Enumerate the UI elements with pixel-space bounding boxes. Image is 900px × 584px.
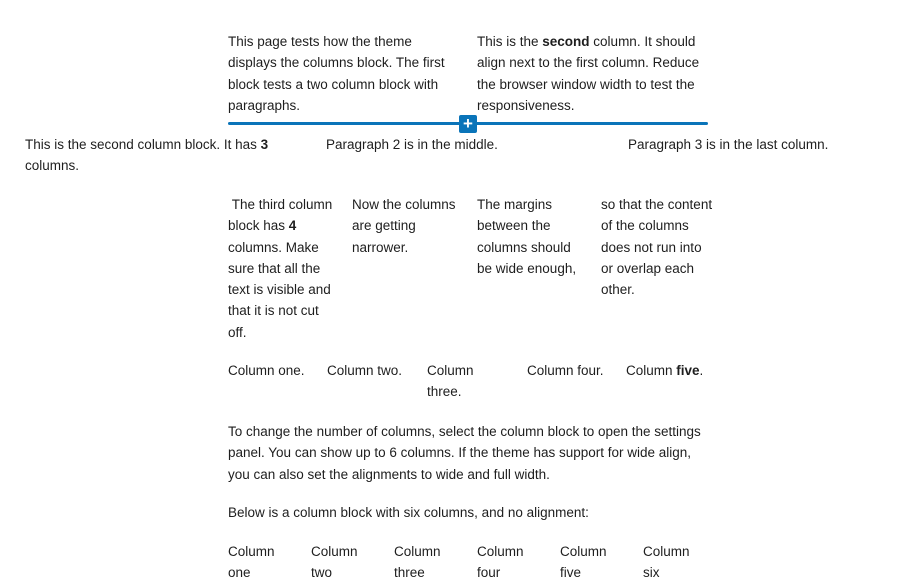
columns-block-2-col-2[interactable]: This is the second column. It should ali… — [477, 31, 709, 116]
columns-block-6-col-2[interactable]: Column two — [311, 541, 371, 584]
paragraph[interactable]: Column two. — [327, 360, 417, 381]
columns-block-4-col-2[interactable]: Now the columns are getting narrower. — [352, 194, 462, 258]
paragraph[interactable]: Column three — [394, 541, 454, 584]
columns-block-3-col-3[interactable]: Paragraph 3 is in the last column. — [628, 134, 888, 155]
columns-block-6-col-3[interactable]: Column three — [394, 541, 454, 584]
paragraph[interactable]: Now the columns are getting narrower. — [352, 194, 462, 258]
text: columns. Make sure that all the text is … — [228, 218, 335, 340]
columns-block-2-col-1[interactable]: This page tests how the theme displays t… — [228, 31, 453, 116]
paragraph[interactable]: The margins between the columns should b… — [477, 194, 583, 279]
paragraph[interactable]: Paragraph 3 is in the last column. — [628, 134, 888, 155]
paragraph[interactable]: The third column block has 4 columns. Ma… — [228, 194, 336, 343]
paragraph[interactable]: Column five. — [626, 360, 716, 381]
columns-block-4-col-1[interactable]: The third column block has 4 columns. Ma… — [228, 194, 336, 343]
columns-block-5-col-4[interactable]: Column four. — [527, 360, 617, 381]
paragraph[interactable]: This is the second column. It should ali… — [477, 31, 709, 116]
paragraph[interactable]: so that the content of the columns does … — [601, 194, 713, 300]
text: The third column block has — [228, 197, 337, 234]
plus-icon: + — [463, 114, 473, 133]
text: . — [699, 363, 704, 378]
paragraph[interactable]: Column one. — [228, 360, 318, 381]
paragraph-settings-info[interactable]: To change the number of columns, select … — [228, 421, 714, 485]
columns-block-5-col-5[interactable]: Column five. — [626, 360, 716, 381]
add-block-button[interactable]: + — [459, 115, 477, 133]
paragraph[interactable]: Paragraph 2 is in the middle. — [326, 134, 586, 155]
columns-block-5-col-2[interactable]: Column two. — [327, 360, 417, 381]
text: Column — [626, 363, 677, 378]
text: This is the — [477, 34, 543, 49]
columns-block-6-col-1[interactable]: Column one — [228, 541, 288, 584]
paragraph[interactable]: Column one — [228, 541, 288, 584]
columns-block-3-col-2[interactable]: Paragraph 2 is in the middle. — [326, 134, 586, 155]
paragraph[interactable]: Column two — [311, 541, 371, 584]
columns-block-6-col-6[interactable]: Column six — [643, 541, 703, 584]
paragraph[interactable]: Column four — [477, 541, 537, 584]
columns-block-4-col-3[interactable]: The margins between the columns should b… — [477, 194, 583, 279]
text: columns. — [25, 158, 80, 174]
columns-block-4-col-4[interactable]: so that the content of the columns does … — [601, 194, 713, 300]
paragraph[interactable]: This is the second column block. It has … — [25, 134, 285, 177]
paragraph[interactable]: Column three. — [427, 360, 489, 403]
columns-block-6-col-4[interactable]: Column four — [477, 541, 537, 584]
columns-block-5-col-3[interactable]: Column three. — [427, 360, 489, 403]
paragraph[interactable]: Column six — [643, 541, 703, 584]
columns-block-6-col-5[interactable]: Column five — [560, 541, 620, 584]
bold-text: 3 — [260, 137, 269, 152]
bold-text: five — [676, 363, 700, 378]
columns-block-5-col-1[interactable]: Column one. — [228, 360, 318, 381]
bold-text: second — [542, 34, 590, 49]
columns-block-3-col-1[interactable]: This is the second column block. It has … — [25, 134, 285, 177]
paragraph[interactable]: This page tests how the theme displays t… — [228, 31, 453, 116]
text: This is the second column block. It has — [25, 137, 261, 152]
paragraph[interactable]: Column four. — [527, 360, 617, 381]
paragraph[interactable]: Column five — [560, 541, 620, 584]
paragraph-six-columns-intro[interactable]: Below is a column block with six columns… — [228, 502, 714, 523]
